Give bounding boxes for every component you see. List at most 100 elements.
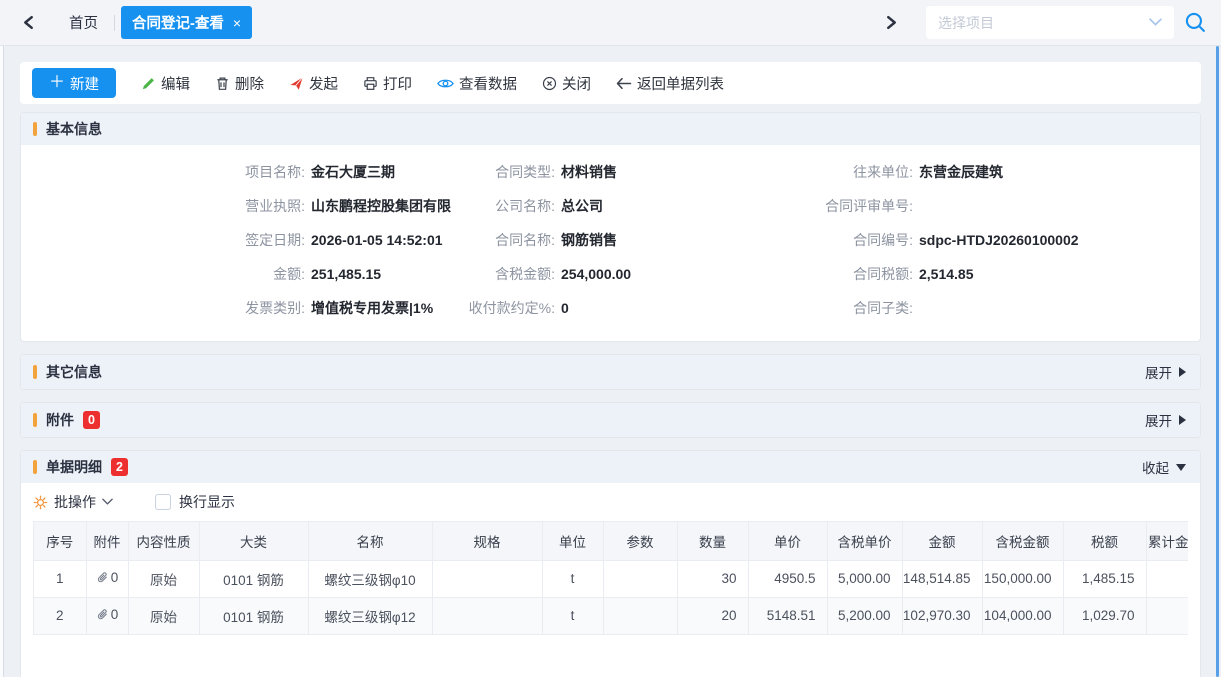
delete-button[interactable]: 删除 — [215, 73, 264, 94]
field-label: 合同子类: — [791, 298, 913, 318]
triangle-down-icon — [1176, 464, 1186, 471]
field: 含税金额:254,000.00 — [451, 257, 791, 291]
triangle-right-icon — [1179, 367, 1186, 377]
field: 合同评审单号: — [791, 189, 1188, 223]
chevron-down-icon — [102, 498, 113, 506]
close-button[interactable]: 关闭 — [542, 73, 591, 94]
field-value: 材料销售 — [561, 162, 617, 182]
tab-bar: 首页 合同登记-查看 × 选择项目 — [0, 0, 1221, 46]
field-label: 合同名称: — [451, 230, 555, 250]
wrap-display-label: 换行显示 — [179, 492, 235, 512]
column-header: 含税金额 — [982, 522, 1063, 560]
column-header: 序号 — [34, 522, 86, 560]
field-label: 含税金额: — [451, 264, 555, 284]
wrap-display-checkbox[interactable] — [155, 494, 171, 510]
table-cell: 螺纹三级钢φ10 — [308, 560, 432, 597]
field-label: 合同类型: — [451, 162, 555, 182]
search-icon[interactable] — [1184, 11, 1207, 34]
field-label: 金额: — [33, 264, 305, 284]
field-label: 往来单位: — [791, 162, 913, 182]
detail-collapse-button[interactable]: 收起 — [1142, 457, 1186, 477]
paperclip-icon — [96, 571, 109, 584]
batch-operation-button[interactable]: 批操作 — [33, 492, 113, 512]
chevron-down-icon — [1149, 18, 1162, 27]
tab-contract-view-label: 合同登记-查看 — [132, 12, 224, 33]
back-chevron-icon[interactable] — [20, 13, 37, 32]
field: 收付款约定%:0 — [451, 291, 791, 325]
field: 合同类型: 材料销售 — [451, 155, 791, 189]
table-cell: 5,000.00 — [827, 560, 902, 597]
new-button[interactable]: ＋ 新建 — [32, 68, 116, 98]
column-header: 单价 — [748, 522, 827, 560]
field-value: 2,514.85 — [919, 266, 974, 282]
field: 金额: 251,485.15 — [33, 257, 451, 291]
attachments-expand-button[interactable]: 展开 — [1145, 410, 1186, 430]
field-value: 钢筋销售 — [561, 230, 617, 250]
basic-info-panel: 基本信息 项目名称: 金石大厦三期 合同类型: 材料销售 往来单位: 东营金辰建筑营业执照… — [20, 112, 1201, 342]
table-cell — [1146, 597, 1188, 634]
attachments-count-badge: 0 — [83, 411, 100, 430]
basic-info-header: 基本信息 — [21, 113, 1200, 145]
field-value: 东营金辰建筑 — [919, 162, 1003, 182]
other-info-expand-button[interactable]: 展开 — [1145, 362, 1186, 382]
column-header: 金额 — [902, 522, 982, 560]
table-cell: 原始 — [128, 560, 199, 597]
table-cell: 0 — [86, 560, 128, 597]
attachment-link[interactable]: 0 — [96, 570, 119, 585]
attachment-link[interactable]: 0 — [96, 607, 119, 622]
field-value: 金石大厦三期 — [311, 162, 395, 182]
tab-close-icon[interactable]: × — [233, 18, 241, 28]
field-label: 合同编号: — [791, 230, 913, 250]
print-button[interactable]: 打印 — [363, 73, 412, 94]
detail-table-container: 序号附件内容性质大类名称规格单位参数数量单价含税单价金额含税金额税额累计金额 1… — [33, 521, 1188, 635]
field-label: 发票类别: — [33, 298, 305, 318]
arrow-left-icon — [616, 77, 632, 90]
gear-icon — [33, 495, 48, 510]
close-circle-icon — [542, 76, 557, 91]
table-cell: 5148.51 — [748, 597, 827, 634]
section-accent-bar — [33, 365, 37, 379]
section-accent-bar — [33, 413, 37, 427]
forward-chevron-icon[interactable] — [883, 13, 900, 32]
plus-icon: ＋ — [49, 75, 65, 91]
table-cell: 102,970.30 — [902, 597, 982, 634]
field: 签定日期:2026-01-05 14:52:01 — [33, 223, 451, 257]
edit-button[interactable]: 编辑 — [141, 73, 190, 94]
field: 营业执照:山东鹏程控股集团有限公司 — [33, 189, 451, 223]
attachments-title: 附件 — [46, 410, 74, 430]
triangle-right-icon — [1179, 415, 1186, 425]
wrap-display-option[interactable]: 换行显示 — [155, 492, 235, 512]
pencil-icon — [141, 76, 156, 91]
table-cell: 30 — [677, 560, 748, 597]
field-label: 合同税额: — [791, 264, 913, 284]
paperclip-icon — [96, 608, 109, 621]
other-info-header: 其它信息 展开 — [21, 355, 1200, 389]
column-header: 含税单价 — [827, 522, 902, 560]
eye-icon — [437, 77, 454, 90]
column-header: 参数 — [603, 522, 677, 560]
project-select[interactable]: 选择项目 — [926, 6, 1174, 39]
basic-info-fields: 项目名称: 金石大厦三期 合同类型: 材料销售 往来单位: 东营金辰建筑营业执照:山东鹏程… — [21, 145, 1200, 341]
back-to-list-button[interactable]: 返回单据列表 — [616, 73, 724, 94]
view-data-button[interactable]: 查看数据 — [437, 73, 517, 94]
field-value: 251,485.15 — [311, 266, 381, 282]
printer-icon — [363, 76, 378, 91]
tab-home[interactable]: 首页 — [59, 6, 108, 39]
scrollbar-thumb[interactable] — [1216, 46, 1219, 677]
detail-count-badge: 2 — [111, 458, 128, 477]
field-label: 收付款约定%: — [451, 298, 555, 318]
table-cell: 螺纹三级钢φ12 — [308, 597, 432, 634]
initiate-button[interactable]: 发起 — [289, 73, 338, 94]
field-label: 公司名称: — [451, 196, 555, 216]
tab-contract-view[interactable]: 合同登记-查看 × — [121, 6, 252, 39]
table-cell: 1 — [34, 560, 86, 597]
field-label: 项目名称: — [33, 162, 305, 182]
other-info-panel: 其它信息 展开 — [20, 354, 1201, 390]
table-cell: 104,000.00 — [982, 597, 1063, 634]
table-cell: 原始 — [128, 597, 199, 634]
new-button-label: 新建 — [70, 73, 99, 94]
send-icon — [289, 76, 304, 91]
table-cell: 150,000.00 — [982, 560, 1063, 597]
column-header: 内容性质 — [128, 522, 199, 560]
tab-divider — [114, 15, 115, 31]
